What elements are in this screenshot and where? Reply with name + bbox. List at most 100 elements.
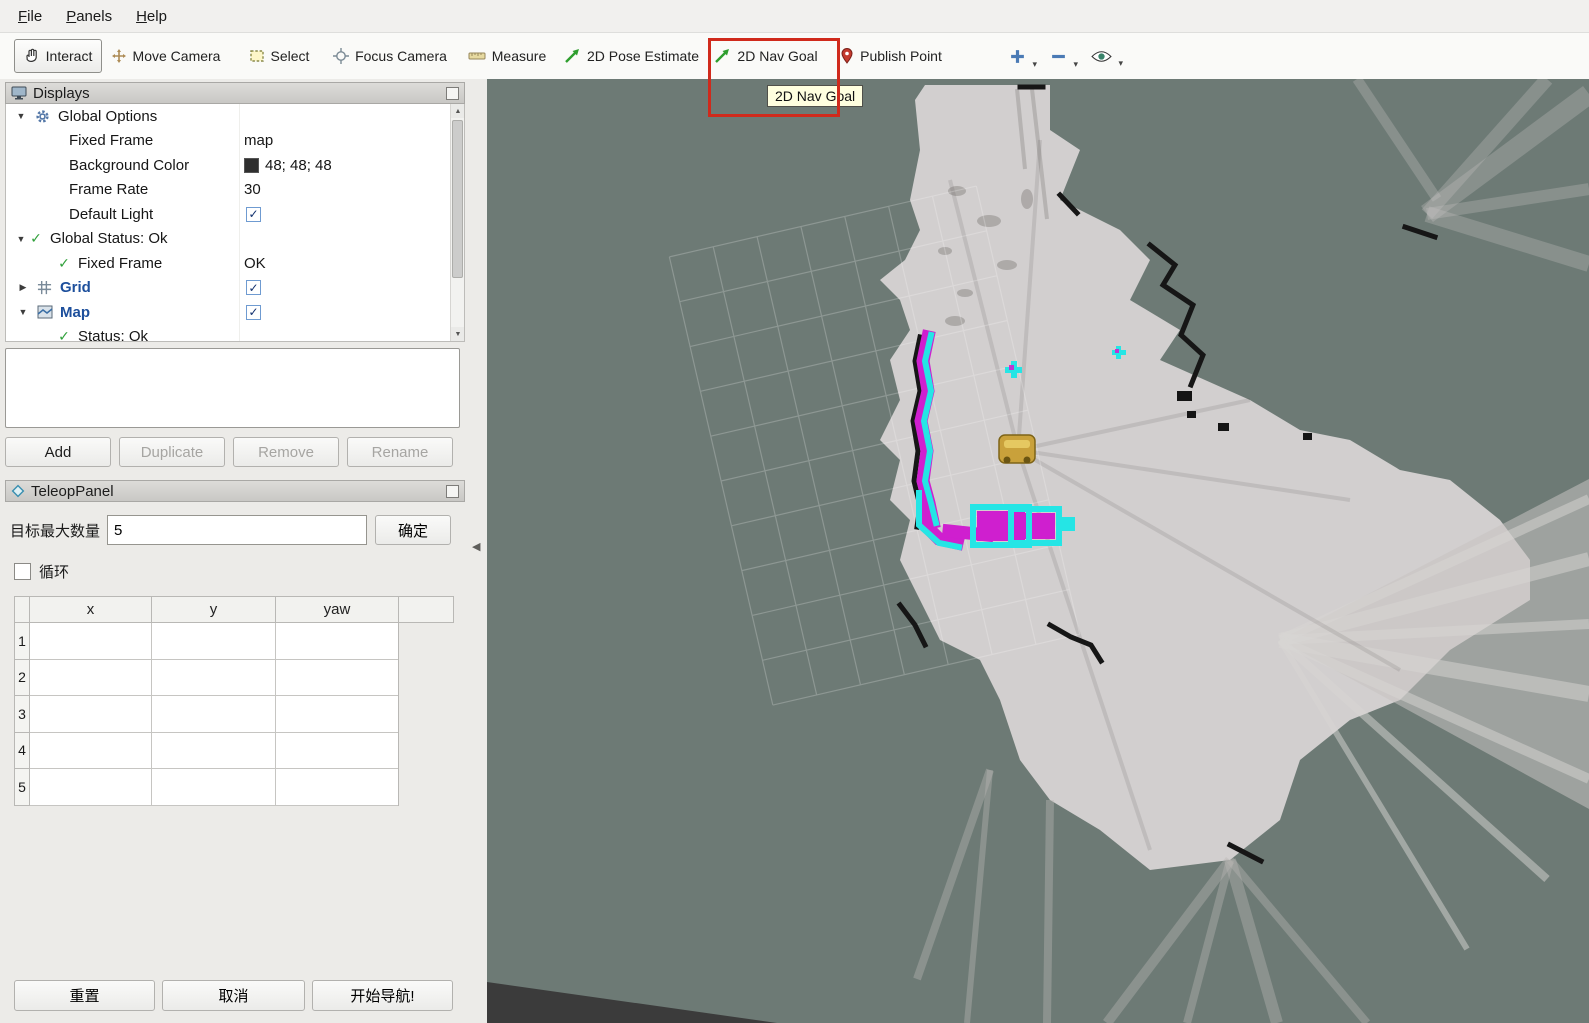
table-cell[interactable] (152, 733, 276, 770)
table-cell[interactable] (152, 696, 276, 733)
loop-checkbox[interactable] (14, 563, 31, 580)
row-label: Global Status: Ok (50, 230, 168, 247)
tree-row-status-fixed-frame[interactable]: ✓Fixed Frame OK (6, 251, 464, 276)
chevron-down-icon[interactable]: ▾ (1032, 59, 1037, 70)
row-label: Fixed Frame (78, 255, 162, 272)
hand-icon (24, 48, 40, 64)
tree-scrollbar[interactable]: ▲ ▼ (450, 104, 464, 341)
background-color-value[interactable]: 48; 48; 48 (265, 157, 332, 174)
table-cell[interactable] (276, 733, 399, 770)
tool-select[interactable]: Select (248, 39, 310, 73)
reset-button[interactable]: 重置 (14, 980, 155, 1011)
column-header-yaw: yaw (276, 597, 399, 623)
table-cell[interactable] (276, 769, 399, 806)
tool-interact[interactable]: Interact (14, 39, 102, 73)
status-ok-icon: ✓ (28, 230, 44, 247)
left-dock-area: Displays ▼ Global Options Fixed Frame ma… (0, 79, 467, 1023)
tool-focus-camera[interactable]: Focus Camera (339, 39, 441, 73)
menu-panels[interactable]: Panels (54, 3, 124, 30)
render-viewport[interactable] (487, 79, 1589, 1023)
panel-float-button[interactable] (446, 87, 459, 100)
tree-row-global-options[interactable]: ▼ Global Options (6, 104, 464, 129)
tool-2d-pose-estimate[interactable]: 2D Pose Estimate (573, 39, 690, 73)
tree-row-frame-rate[interactable]: Frame Rate 30 (6, 178, 464, 203)
map-enabled-checkbox[interactable]: ✓ (246, 305, 261, 320)
tool-move-camera[interactable]: Move Camera (112, 39, 219, 73)
visibility-button[interactable]: ▾ (1091, 49, 1112, 64)
max-goal-input[interactable] (107, 515, 367, 545)
collapse-panel-arrow[interactable]: ◀ (472, 540, 480, 553)
default-light-checkbox[interactable]: ✓ (246, 207, 261, 222)
displays-panel-title: Displays (33, 85, 90, 102)
frame-rate-value[interactable]: 30 (244, 181, 261, 198)
tree-row-default-light[interactable]: Default Light ✓ (6, 202, 464, 227)
tree-row-global-status[interactable]: ▼ ✓ Global Status: Ok (6, 227, 464, 252)
max-goal-row: 目标最大数量 确定 (10, 515, 467, 545)
table-cell[interactable] (30, 660, 152, 697)
tool-publish-point[interactable]: Publish Point (842, 39, 940, 73)
displays-tree: ▼ Global Options Fixed Frame map Backgro… (5, 104, 465, 342)
tree-row-map[interactable]: ▼ Map ✓ (6, 300, 464, 325)
robot-model (999, 435, 1035, 464)
row-label: Status: Ok (78, 328, 148, 342)
add-display-button[interactable]: Add (5, 437, 111, 467)
plus-icon (1009, 48, 1026, 65)
chevron-down-icon[interactable]: ▼ (14, 234, 28, 244)
zoom-in-button[interactable]: ▾ (1009, 48, 1026, 65)
tree-row-map-status[interactable]: ✓ Status: Ok (6, 325, 464, 343)
tool-label: 2D Nav Goal (737, 48, 817, 64)
eye-icon (1091, 49, 1112, 64)
monitor-icon (11, 86, 27, 100)
table-cell[interactable] (30, 769, 152, 806)
green-arrow-icon (564, 48, 581, 64)
chevron-down-icon[interactable]: ▼ (14, 111, 28, 121)
menu-file[interactable]: File (6, 3, 54, 30)
scrollbar-thumb[interactable] (452, 120, 463, 278)
color-swatch[interactable] (244, 158, 259, 173)
table-cell[interactable] (152, 623, 276, 660)
table-cell[interactable] (276, 696, 399, 733)
tree-row-fixed-frame[interactable]: Fixed Frame map (6, 129, 464, 154)
focus-crosshair-icon (333, 48, 349, 64)
table-cell[interactable] (276, 623, 399, 660)
scroll-up-button[interactable]: ▲ (451, 104, 465, 118)
confirm-button[interactable]: 确定 (375, 515, 451, 545)
fixed-frame-value[interactable]: map (244, 132, 273, 149)
duplicate-display-button[interactable]: Duplicate (119, 437, 225, 467)
grid-enabled-checkbox[interactable]: ✓ (246, 280, 261, 295)
tool-label: Focus Camera (355, 48, 447, 64)
column-header-x: x (30, 597, 152, 623)
table-cell[interactable] (30, 733, 152, 770)
tool-2d-nav-goal[interactable]: 2D Nav Goal (719, 39, 813, 73)
tool-label: Interact (46, 48, 93, 64)
rename-display-button[interactable]: Rename (347, 437, 453, 467)
cancel-button[interactable]: 取消 (162, 980, 305, 1011)
map-scene[interactable] (487, 79, 1589, 1023)
panel-float-button[interactable] (446, 485, 459, 498)
nav-goal-tooltip: 2D Nav Goal (767, 85, 863, 107)
row-header: 5 (15, 769, 30, 806)
start-navigation-button[interactable]: 开始导航! (312, 980, 453, 1011)
teleop-panel-title: TeleopPanel (31, 483, 114, 500)
remove-display-button[interactable]: Remove (233, 437, 339, 467)
table-cell[interactable] (30, 696, 152, 733)
status-ok-icon: ✓ (56, 328, 72, 342)
tree-row-grid[interactable]: ▶ Grid ✓ (6, 276, 464, 301)
menu-help[interactable]: Help (124, 3, 179, 30)
chevron-down-icon[interactable]: ▾ (1073, 59, 1078, 70)
dock-splitter[interactable]: ◀ (467, 79, 487, 1023)
scroll-down-button[interactable]: ▼ (451, 327, 465, 341)
tool-measure[interactable]: Measure (470, 39, 544, 73)
table-cell[interactable] (30, 623, 152, 660)
row-header: 2 (15, 660, 30, 697)
chevron-down-icon[interactable]: ▼ (16, 307, 30, 317)
chevron-down-icon[interactable]: ▾ (1118, 58, 1123, 69)
table-cell[interactable] (152, 660, 276, 697)
table-cell[interactable] (152, 769, 276, 806)
row-label: Global Options (58, 108, 157, 125)
tree-row-background-color[interactable]: Background Color 48; 48; 48 (6, 153, 464, 178)
table-cell[interactable] (276, 660, 399, 697)
zoom-out-button[interactable]: ▾ (1050, 48, 1067, 65)
loop-row: 循环 (14, 561, 467, 582)
chevron-right-icon[interactable]: ▶ (16, 282, 30, 293)
